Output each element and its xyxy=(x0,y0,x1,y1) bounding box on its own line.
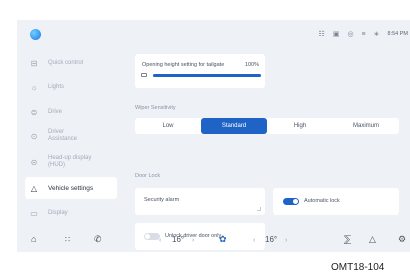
tailgate-height-card: Opening height setting for tailgate 100% xyxy=(135,54,265,88)
security-alarm-label: Security alarm xyxy=(144,197,180,203)
right-temp-down-icon[interactable]: ‹ xyxy=(253,235,255,246)
sidebar-item-label: Head-up display (HUD) xyxy=(48,155,92,168)
lights-icon: ☼ xyxy=(30,82,38,92)
profile-avatar[interactable] xyxy=(30,29,41,40)
automatic-lock-label: Automatic lock xyxy=(304,198,340,204)
automatic-lock-card: Automatic lock xyxy=(273,188,399,215)
settings-icon: ◎ xyxy=(347,31,354,38)
clock: 8:54 PM xyxy=(387,31,408,37)
sidebar-item-label: Lights xyxy=(48,83,65,90)
sidebar-item-label: Driver Assistance xyxy=(48,129,78,142)
security-alarm-card[interactable]: Security alarm xyxy=(135,188,265,215)
status-bar: ☷ ▣ ◎ ≡ ∗ 8:54 PM xyxy=(17,20,410,50)
bluetooth-icon: ∗ xyxy=(373,31,380,38)
right-temp-up-icon[interactable]: › xyxy=(285,235,287,246)
sidebar-item-label: Quick control xyxy=(48,59,84,66)
car-icon: △ xyxy=(30,183,38,193)
tailgate-height-slider[interactable] xyxy=(153,74,261,77)
sidebar-item-drive[interactable]: ⊜ Drive xyxy=(25,101,117,123)
left-temperature: 16° xyxy=(172,235,185,244)
sidebar-item-label: Vehicle settings xyxy=(48,184,94,192)
sidebar-item-vehicle-settings[interactable]: △ Vehicle settings xyxy=(25,177,117,199)
driver-assistance-icon: ⊙ xyxy=(30,131,38,141)
automatic-lock-toggle[interactable] xyxy=(283,198,299,205)
sidebar-item-label: Drive xyxy=(48,108,63,115)
sidebar-item-display[interactable]: ▭ Display xyxy=(25,202,117,224)
home-icon[interactable]: ⌂ xyxy=(31,234,36,245)
sidebar-item-driver-assistance[interactable]: ⊙ Driver Assistance xyxy=(25,125,117,147)
tailgate-icon: ⊟ xyxy=(30,58,38,68)
settings-gear-icon[interactable]: ⚙ xyxy=(398,234,406,245)
infotainment-screen: ☷ ▣ ◎ ≡ ∗ 8:54 PM ⊟ Quick control ☼ Ligh… xyxy=(17,20,410,252)
wiper-option-maximum[interactable]: Maximum xyxy=(333,118,399,134)
status-icons: ☷ ▣ ◎ ≡ ∗ 8:54 PM xyxy=(319,30,408,39)
bottom-bar: ⌂ ∷ ✆ ‹ 16° › ✿ ‹ 16° › ⅀ △ ⚙ xyxy=(17,228,410,252)
sidebar-item-quick-control[interactable]: ⊟ Quick control xyxy=(25,52,117,74)
toggle-knob xyxy=(293,199,298,204)
door-lock-label: Door Lock xyxy=(135,173,161,179)
wiper-sensitivity-label: Wiper Sensitivity xyxy=(135,105,176,111)
figure-code: OMT18-104 xyxy=(331,262,385,273)
phone-icon[interactable]: ✆ xyxy=(94,234,102,245)
right-temperature: 16° xyxy=(265,235,278,244)
left-temp-up-icon[interactable]: › xyxy=(192,235,194,246)
expand-corner-icon xyxy=(257,207,261,211)
left-temp-down-icon[interactable]: ‹ xyxy=(159,235,161,246)
apps-grid-icon[interactable]: ∷ xyxy=(65,234,70,245)
tailgate-height-title: Opening height setting for tailgate xyxy=(142,62,225,68)
wiper-option-standard[interactable]: Standard xyxy=(201,118,267,134)
fan-icon[interactable]: ✿ xyxy=(219,234,227,245)
sidebar-item-head-up-display[interactable]: ⊝ Head-up display (HUD) xyxy=(25,151,117,173)
sidebar-item-lights[interactable]: ☼ Lights xyxy=(25,76,117,98)
hazard-icon[interactable]: △ xyxy=(369,234,376,245)
sidebar-item-label: Display xyxy=(48,209,68,216)
signal-icon: ☷ xyxy=(318,31,325,38)
seat-heat-icon[interactable]: ⅀ xyxy=(344,234,351,245)
display-icon: ▭ xyxy=(30,208,38,218)
tailgate-height-slider-fill xyxy=(153,74,261,77)
network-icon: ≡ xyxy=(361,31,366,38)
drive-icon: ⊜ xyxy=(30,107,38,117)
wiper-option-low[interactable]: Low xyxy=(135,118,201,134)
wiper-option-high[interactable]: High xyxy=(267,118,333,134)
tailgate-icon xyxy=(141,73,147,77)
wiper-sensitivity-selector: Low Standard High Maximum xyxy=(135,118,399,134)
tailgate-height-value: 100% xyxy=(244,62,259,68)
head-up-display-icon: ⊝ xyxy=(30,157,38,167)
media-icon: ▣ xyxy=(332,31,340,38)
